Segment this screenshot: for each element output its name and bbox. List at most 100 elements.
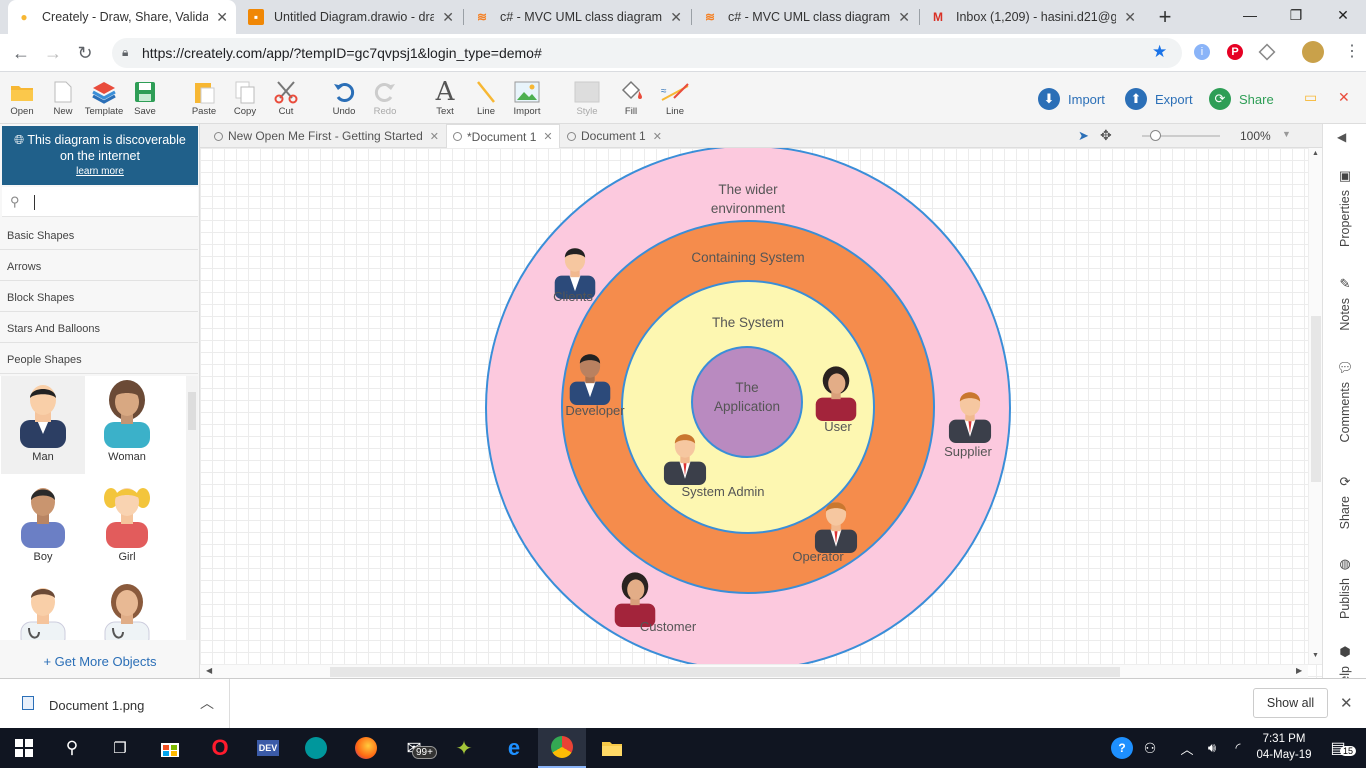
browser-tab-gmail[interactable]: M Inbox (1,209) - hasini.d21@gm ✕ [922,0,1144,34]
learn-more-link[interactable]: learn more [2,164,198,180]
shape-boy[interactable]: Boy [1,476,85,574]
zoom-level[interactable]: 100% [1240,129,1271,143]
browser-tab-creately[interactable]: ● Creately - Draw, Share, Validate ✕ [8,0,236,34]
close-tab-icon[interactable]: ✕ [442,9,454,26]
close-download-bar-icon[interactable]: ✕ [1340,694,1353,712]
chat-icon[interactable]: ▭ [1304,89,1317,106]
forward-arrow-icon[interactable]: → [40,40,66,66]
shape-man[interactable]: Man [1,376,85,474]
share-button[interactable]: ⟳ Share [1209,88,1274,110]
reload-icon[interactable]: ↻ [72,40,98,66]
show-all-button[interactable]: Show all [1253,688,1328,718]
diagram-canvas[interactable]: The wider environment Containing System … [200,148,1322,678]
text-button[interactable]: A Text [425,77,465,117]
back-arrow-icon[interactable]: ← [8,40,34,66]
edge-icon[interactable]: e [490,728,538,768]
fill-button[interactable]: Fill [611,78,651,117]
zoom-dropdown-icon[interactable]: ▼ [1282,129,1291,139]
canvas-vertical-scrollbar[interactable]: ▲ ▼ [1308,148,1322,664]
shape-male-doctor[interactable] [1,576,85,640]
shape-female-doctor[interactable] [85,576,169,640]
browser-tab-drawio[interactable]: ▪ Untitled Diagram.drawio - draw ✕ [240,0,462,34]
category-stars-balloons[interactable]: Stars And Balloons [0,312,198,343]
extension-cube-icon[interactable] [1258,43,1276,61]
opera-icon[interactable]: O [196,728,244,768]
open-button[interactable]: Open [2,78,42,117]
taskbar-search-icon[interactable]: ⚲ [48,728,96,768]
category-people-shapes[interactable]: People Shapes [0,343,198,374]
close-doc-tab-icon[interactable]: ✕ [543,130,552,143]
chrome-taskbar-icon[interactable] [538,728,586,768]
mail-badge-icon[interactable]: ✉︎ 99+ [390,728,438,768]
store-icon[interactable] [146,728,194,768]
android-studio-icon[interactable]: ✦ [440,728,488,768]
import-button[interactable]: ⬇ Import [1038,88,1105,110]
menu-kebab-icon[interactable]: ⋮ [1344,41,1360,61]
sidebar-publish[interactable]: ◍ Publish [1329,556,1361,619]
devcpp-icon[interactable]: DEV [244,728,292,768]
shape-search-input[interactable]: ⚲ [2,187,198,217]
shape-girl[interactable]: Girl [85,476,169,574]
volume-icon[interactable]: 🔊︎ [1198,728,1226,768]
browser-tab-stackoverflow-1[interactable]: ≋ c# - MVC UML class diagram - ✕ [466,0,690,34]
close-doc-tab-icon[interactable]: ✕ [430,130,439,143]
export-button[interactable]: ⬆ Export [1125,88,1193,110]
browser-tab-stackoverflow-2[interactable]: ≋ c# - MVC UML class diagram - ✕ [694,0,918,34]
save-button[interactable]: Save [125,78,165,117]
line-style-button[interactable]: ≈ Line [655,78,695,117]
minimize-icon[interactable]: — [1227,0,1273,30]
sidebar-help[interactable]: ⬢ Help [1329,644,1361,678]
pointer-tool-icon[interactable]: ➤ [1078,128,1089,144]
zoom-slider[interactable] [1142,130,1220,141]
sidebar-comments[interactable]: 💬︎ Comments [1329,360,1361,442]
doc-tab-document-1[interactable]: Document 1 ✕ [561,124,668,148]
url-field[interactable]: 🔒︎ https://creately.com/app/?tempID=gc7q… [112,38,1182,68]
close-app-icon[interactable]: ✕ [1338,89,1350,106]
redo-button[interactable]: Redo [365,78,405,117]
clock[interactable]: 7:31 PM 04-May-19 [1254,731,1314,763]
close-tab-icon[interactable]: ✕ [898,9,910,26]
canvas-horizontal-scrollbar[interactable]: ◀ ▶ [200,664,1308,678]
collapse-arrow-icon[interactable]: ◀ [1337,130,1346,144]
close-doc-tab-icon[interactable]: ✕ [653,130,662,143]
arduino-icon[interactable] [292,728,340,768]
paste-button[interactable]: Paste [184,78,224,117]
action-center-icon[interactable]: ▤ 15 [1318,728,1358,768]
cut-button[interactable]: Cut [266,78,306,117]
style-button[interactable]: Style [567,78,607,117]
profile-avatar[interactable] [1302,41,1324,63]
undo-button[interactable]: Undo [324,78,364,117]
people-tray-icon[interactable]: ⚇ [1130,728,1170,768]
task-view-icon[interactable]: ❐ [96,728,144,768]
close-tab-icon[interactable]: ✕ [1124,9,1136,26]
line-button[interactable]: Line [466,78,506,117]
shape-list-scrollbar[interactable] [186,376,198,640]
category-arrows[interactable]: Arrows [0,250,198,281]
pinterest-icon[interactable]: P [1227,44,1243,60]
category-block-shapes[interactable]: Block Shapes [0,281,198,312]
info-extension-icon[interactable]: i [1194,44,1210,60]
chevron-up-icon[interactable]: ︿ [200,693,214,713]
doc-tab-getting-started[interactable]: New Open Me First - Getting Started ✕ [208,124,445,148]
download-item[interactable]: Document 1.png ︿ [0,679,230,729]
bookmark-star-icon[interactable]: ★ [1152,42,1167,62]
file-explorer-icon[interactable] [588,728,636,768]
shape-woman[interactable]: Woman [85,376,169,474]
close-tab-icon[interactable]: ✕ [670,9,682,26]
windows-start-icon[interactable] [0,728,48,768]
doc-tab-document-1-active[interactable]: *Document 1 ✕ [446,124,560,148]
sidebar-notes[interactable]: ✎ Notes [1329,276,1361,331]
new-tab-button[interactable]: + [1152,3,1178,31]
wifi-icon[interactable]: ◜ [1224,728,1252,768]
close-tab-icon[interactable]: ✕ [216,9,228,26]
sidebar-properties[interactable]: ▣ Properties [1329,168,1361,247]
sidebar-share[interactable]: ⟳ Share [1329,474,1361,529]
copy-button[interactable]: Copy [225,78,265,117]
category-basic-shapes[interactable]: Basic Shapes [0,219,198,250]
import-image-button[interactable]: Import [507,78,547,117]
new-button[interactable]: New [43,78,83,117]
pan-tool-icon[interactable]: ✥ [1100,127,1112,144]
restore-icon[interactable]: ❐ [1273,0,1319,30]
get-more-objects-link[interactable]: + Get More Objects [2,648,198,676]
template-button[interactable]: Template [84,78,124,117]
